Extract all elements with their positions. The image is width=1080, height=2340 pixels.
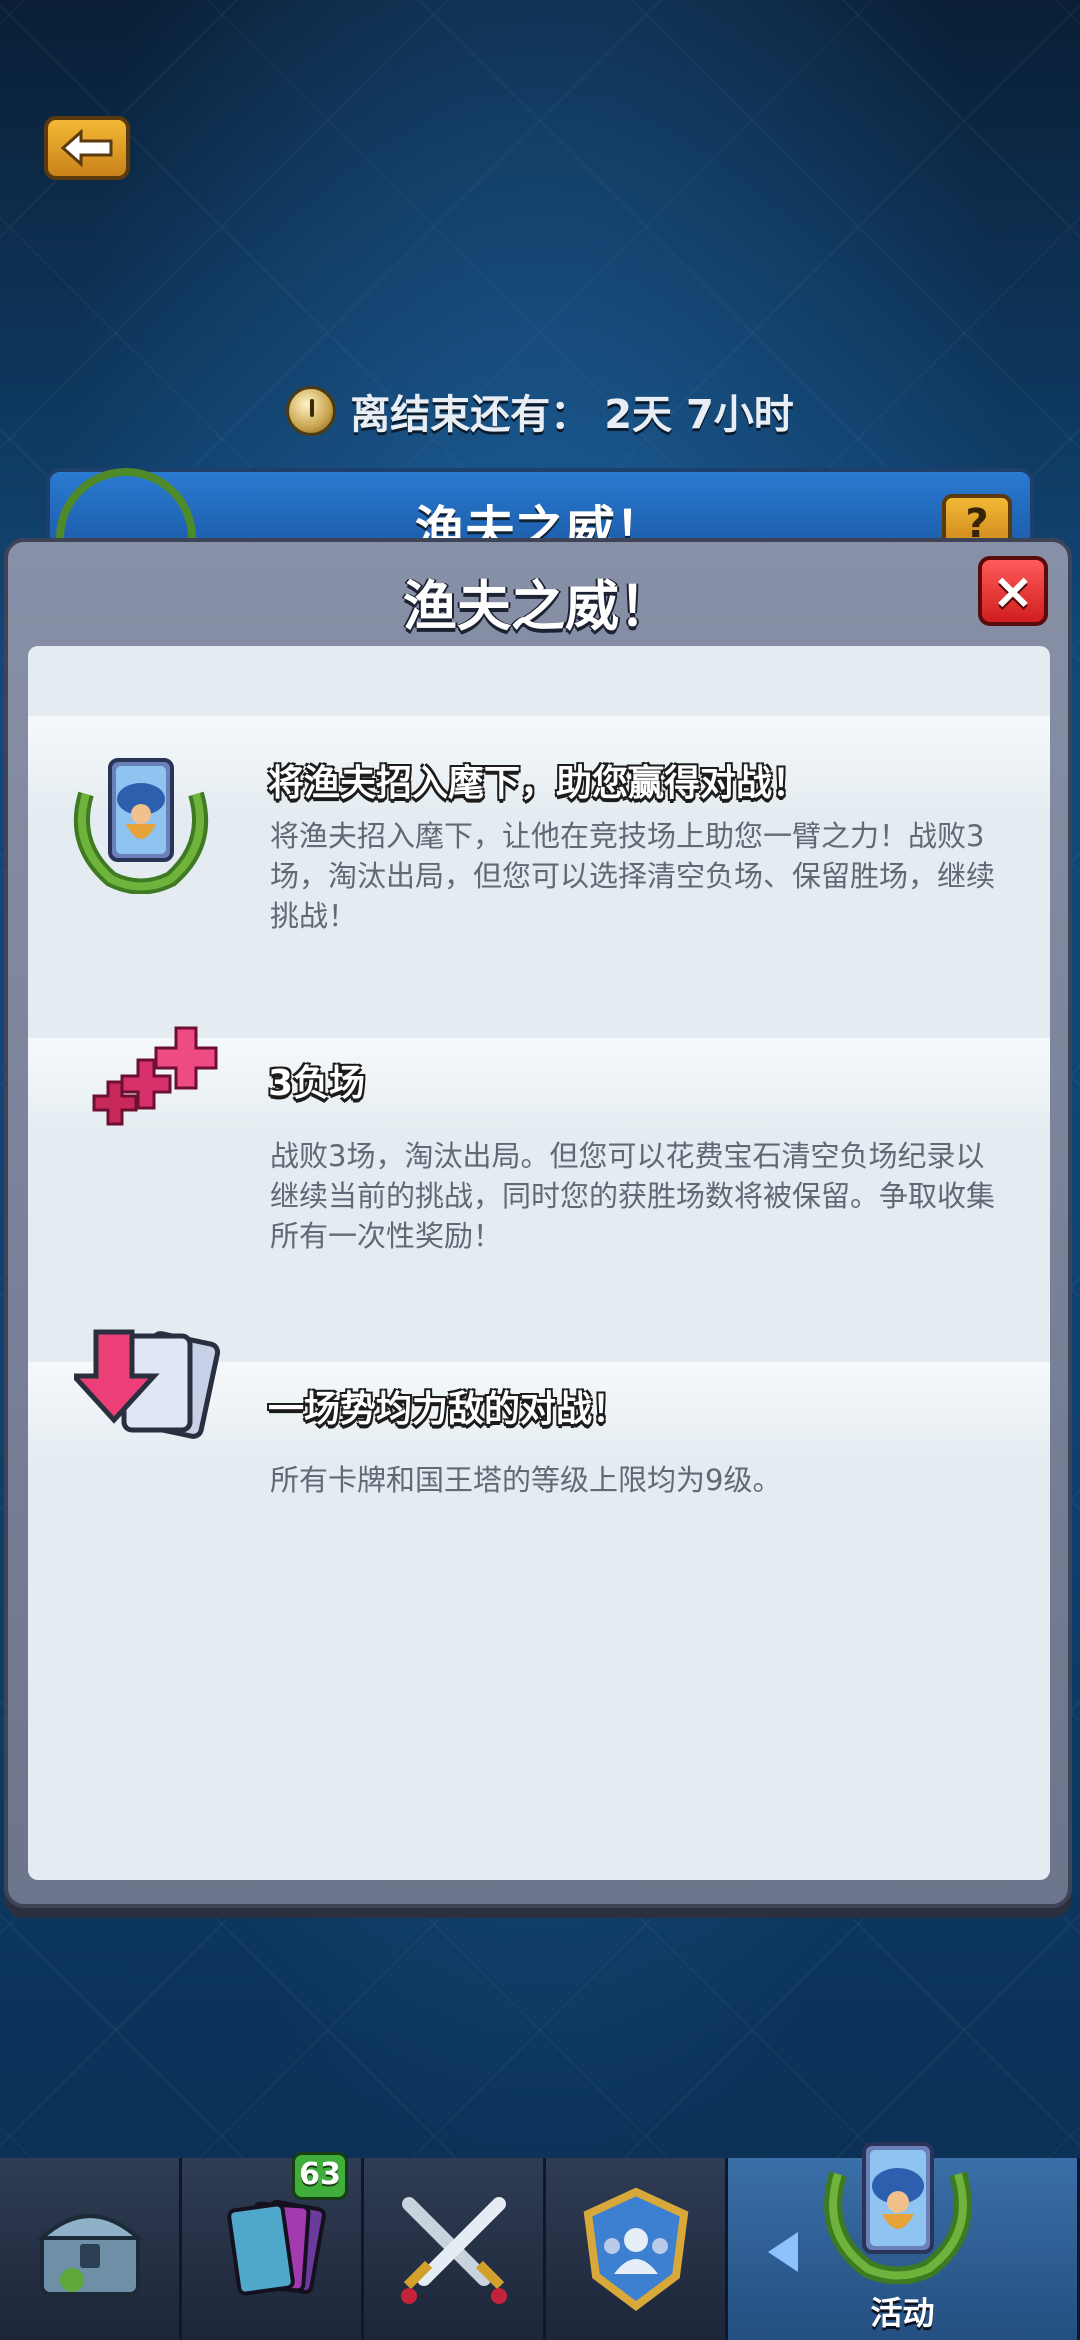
fisherman-card-icon [73,758,209,894]
chevron-left-icon [768,2232,798,2272]
nav-events[interactable]: 活动 [728,2142,1080,2340]
timer-prefix: 离结束还有： [350,392,591,438]
back-arrow-icon [60,128,113,168]
section-heading: 3负场 [268,1063,366,1104]
section-heading: 一场势均力敌的对战！ [268,1389,629,1430]
bottom-nav: 63 活动 [0,2142,1080,2340]
close-button[interactable]: × [978,556,1048,626]
rule-section: 3负场 战败3场，淘汰出局。但您可以花费宝石清空负场纪录以继续当前的挑战，同时您… [28,1026,1050,1298]
three-losses-icon [92,1026,218,1126]
card-level-cap-icon [74,1329,221,1439]
timer-value: 2天 7小时 [604,392,794,438]
modal-content-panel: 将渔夫招入麾下，助您赢得对战！ 将渔夫招入麾下，让他在竞技场上助您一臂之力！战败… [28,646,1050,1880]
clan-icon [583,2187,688,2311]
modal-title: 渔夫之威！ [403,575,673,638]
back-button[interactable] [44,116,130,180]
section-body: 所有卡牌和国王塔的等级上限均为9级。 [270,1463,782,1497]
nav-battle[interactable] [364,2158,546,2340]
section-body: 战败3场，淘汰出局。但您可以花费宝石清空负场纪录以继续当前的挑战，同时您的获胜场… [270,1139,996,1253]
shop-chest-icon [36,2214,143,2296]
rule-section: 一场势均力敌的对战！ 所有卡牌和国王塔的等级上限均为9级。 [28,1329,1050,1542]
events-icon [824,2142,972,2284]
rule-section: 将渔夫招入麾下，助您赢得对战！ 将渔夫招入麾下，让他在竞技场上助您一臂之力！战败… [28,716,1050,976]
section-body: 将渔夫招入麾下，让他在竞技场上助您一臂之力！战败3场，淘汰出局，但您可以选择清空… [270,819,996,933]
nav-events-label: 活动 [870,2294,935,2332]
event-timer: 离结束还有： 2天 7小时 [0,382,1080,440]
nav-shop[interactable] [0,2158,182,2340]
battle-swords-icon [400,2197,507,2304]
close-icon: × [992,562,1034,620]
nav-clan[interactable] [546,2158,728,2340]
clock-icon [286,386,337,436]
cards-count-badge: 63 [292,2152,348,2200]
event-info-modal: 渔夫之威！ × 将渔夫招入麾下，助您赢得对战！ 将渔夫招入麾下，让他在竞技场上助… [4,538,1072,1908]
nav-cards[interactable]: 63 [182,2152,364,2340]
cards-icon [226,2199,326,2296]
section-heading: 将渔夫招入麾下，助您赢得对战！ [268,763,809,804]
